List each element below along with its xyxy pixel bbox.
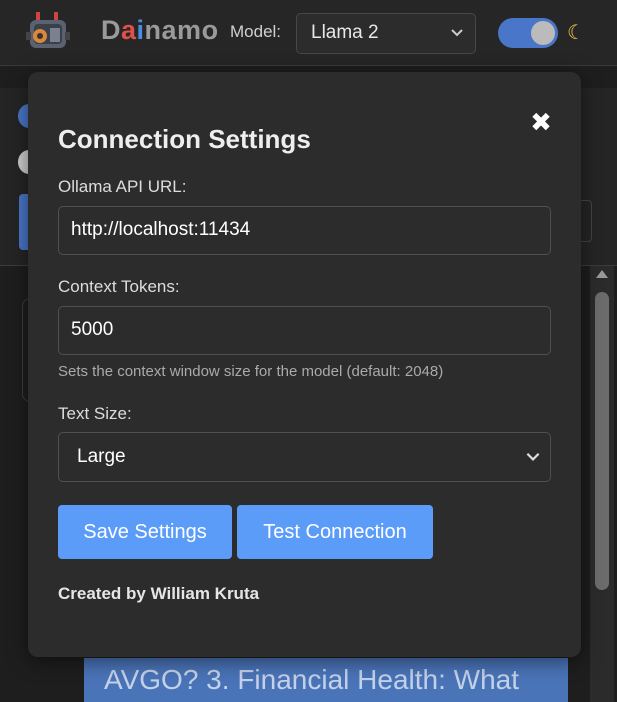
test-connection-button[interactable]: Test Connection [237, 505, 433, 559]
moon-icon: ☾ [567, 22, 585, 44]
api-url-value: http://localhost:11434 [71, 219, 251, 240]
chevron-down-icon [526, 452, 540, 461]
model-select-value: Llama 2 [311, 22, 379, 43]
brand-part-2: namo [144, 15, 219, 45]
api-url-input[interactable]: http://localhost:11434 [58, 206, 551, 255]
close-icon[interactable]: ✖ [528, 108, 554, 136]
background-message-text: AVGO? 3. Financial Health: What [84, 658, 568, 702]
modal-title: Connection Settings [58, 124, 311, 154]
context-tokens-value: 5000 [71, 319, 114, 340]
scroll-up-arrow-icon[interactable] [596, 270, 608, 278]
model-label: Model: [230, 22, 282, 41]
credit-text: Created by William Kruta [58, 584, 260, 603]
save-settings-button[interactable]: Save Settings [58, 505, 232, 559]
api-url-label: Ollama API URL: [58, 177, 187, 196]
model-select[interactable]: Llama 2 [296, 13, 476, 54]
connection-settings-modal: Connection Settings ✖ Ollama API URL: ht… [28, 72, 581, 657]
text-size-value: Large [77, 446, 126, 467]
app-brand: Dainamo [101, 15, 219, 46]
context-tokens-input[interactable]: 5000 [58, 306, 551, 355]
app-header: Dainamo Model: Llama 2 ☾ [0, 0, 617, 66]
robot-icon [26, 12, 70, 48]
theme-toggle[interactable] [498, 18, 558, 48]
context-tokens-hint: Sets the context window size for the mod… [58, 363, 444, 380]
context-tokens-label: Context Tokens: [58, 277, 180, 296]
scrollbar-thumb[interactable] [595, 292, 609, 590]
toggle-knob [531, 21, 555, 45]
text-size-select[interactable]: Large [58, 432, 551, 482]
brand-part-1: Dai [101, 15, 145, 45]
text-size-label: Text Size: [58, 404, 132, 423]
chevron-down-icon [451, 29, 463, 37]
